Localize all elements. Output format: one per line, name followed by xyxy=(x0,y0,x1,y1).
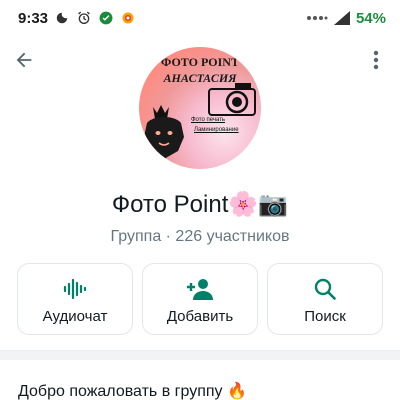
avatar-text-small1: Фото печать xyxy=(191,117,226,123)
alarm-icon xyxy=(76,10,92,26)
moon-icon xyxy=(54,10,70,26)
audio-chat-button[interactable]: Аудиочат xyxy=(17,263,133,335)
section-divider xyxy=(0,350,400,360)
dots-icon xyxy=(306,10,328,26)
audio-wave-icon xyxy=(62,276,88,302)
back-button[interactable] xyxy=(10,48,38,76)
more-options-button[interactable] xyxy=(362,48,390,76)
more-vertical-icon xyxy=(373,50,379,75)
group-avatar[interactable]: ФОТО POINT АНАСТАСИЯ Фото печать Ламинир… xyxy=(139,47,261,169)
camera-logo-icon xyxy=(207,81,257,122)
search-button[interactable]: Поиск xyxy=(267,263,383,335)
status-bar: 9:33 54% xyxy=(0,0,400,36)
group-member-count[interactable]: Группа · 226 участников xyxy=(0,228,400,246)
signal-icon xyxy=(333,10,350,26)
group-name: Фото Point🌸📷 xyxy=(111,191,289,218)
search-label: Поиск xyxy=(304,308,346,325)
browser-app-icon xyxy=(120,10,136,26)
add-person-icon xyxy=(187,276,213,302)
avatar-text-small2: Ламинирование xyxy=(194,127,239,133)
avatar-text-line1: ФОТО POINT xyxy=(161,55,239,69)
audio-chat-label: Аудиочат xyxy=(42,308,108,325)
lion-crown-logo-icon xyxy=(141,103,187,166)
shield-app-icon xyxy=(98,10,114,26)
search-icon xyxy=(312,276,338,302)
group-description: Добро пожаловать в группу 🔥 xyxy=(18,383,247,400)
add-member-button[interactable]: Добавить xyxy=(142,263,258,335)
battery-percent: 54% xyxy=(355,9,386,27)
arrow-back-icon xyxy=(13,49,35,76)
status-time: 9:33 xyxy=(18,9,49,27)
add-member-label: Добавить xyxy=(166,308,234,325)
